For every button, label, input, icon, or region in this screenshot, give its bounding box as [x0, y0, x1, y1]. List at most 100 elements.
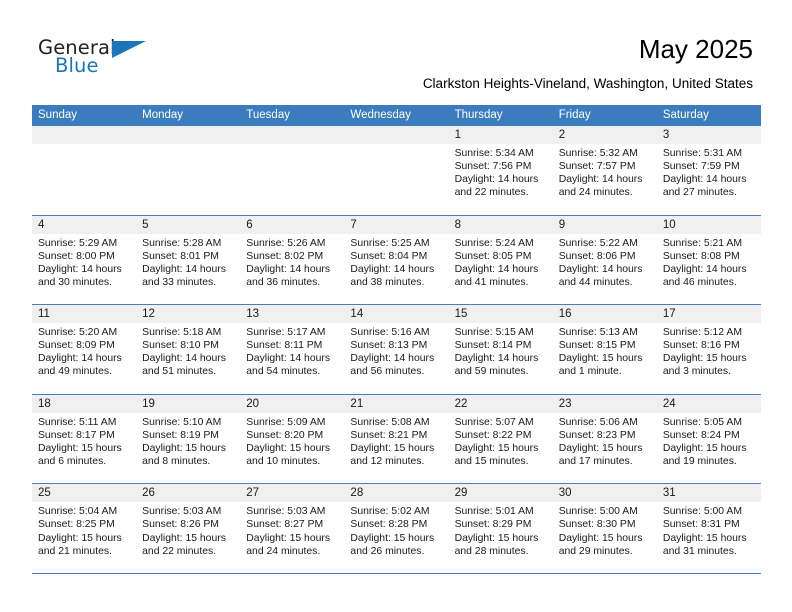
sunset-time: Sunset: 8:14 PM	[454, 340, 532, 352]
daylight-duration-line1: Daylight: 15 hours	[558, 353, 643, 365]
calendar-day-cell[interactable]: 31 Sunrise: 5:00 AM Sunset: 8:31 PM Dayligh…	[656, 484, 761, 573]
calendar-day-cell[interactable]: 17 Sunrise: 5:12 AM Sunset: 8:16 PM Dayligh…	[656, 305, 761, 394]
calendar-day-cell[interactable]: 18 Sunrise: 5:11 AM Sunset: 8:17 PM Dayligh…	[32, 394, 137, 484]
daylight-duration-line1: Daylight: 14 hours	[38, 263, 122, 275]
daylight-duration-line2: and 31 minutes.	[662, 545, 737, 557]
daylight-duration-line2: and 8 minutes.	[142, 456, 211, 468]
sunrise-time: Sunrise: 5:16 AM	[350, 327, 430, 339]
sunrise-time: Sunrise: 5:01 AM	[454, 506, 534, 518]
daylight-duration-line1: Daylight: 15 hours	[38, 532, 122, 544]
calendar-day-cell[interactable]: 25 Sunrise: 5:04 AM Sunset: 8:25 PM Dayligh…	[32, 484, 137, 573]
calendar-day-cell[interactable]: 10 Sunrise: 5:21 AM Sunset: 8:08 PM Dayligh…	[656, 215, 761, 305]
sunset-time: Sunset: 7:56 PM	[454, 161, 532, 173]
weekday-header-tuesday: Tuesday	[246, 109, 290, 121]
day-number: 26	[142, 487, 155, 500]
daylight-duration-line1: Daylight: 15 hours	[558, 532, 643, 544]
calendar-week-row: 25 Sunrise: 5:04 AM Sunset: 8:25 PM Dayligh…	[32, 484, 761, 574]
day-number-band: 3	[656, 126, 761, 144]
sunrise-time: Sunrise: 5:00 AM	[558, 506, 638, 518]
day-sun-info: Sunrise: 5:01 AM Sunset: 8:29 PM Daylight:…	[449, 502, 553, 557]
day-number: 13	[246, 308, 260, 321]
daylight-duration-line2: and 21 minutes.	[38, 545, 112, 557]
day-number: 8	[454, 218, 461, 231]
calendar-day-cell[interactable]: 26 Sunrise: 5:03 AM Sunset: 8:26 PM Dayligh…	[136, 484, 241, 573]
day-sun-info: Sunrise: 5:00 AM Sunset: 8:31 PM Daylight:…	[657, 502, 761, 557]
calendar-day-cell[interactable]: 24 Sunrise: 5:05 AM Sunset: 8:24 PM Dayligh…	[656, 394, 761, 484]
day-sun-info: Sunrise: 5:25 AM Sunset: 8:04 PM Daylight:…	[344, 234, 448, 289]
daylight-duration-line1: Daylight: 15 hours	[454, 532, 539, 544]
calendar-day-cell[interactable]: 29 Sunrise: 5:01 AM Sunset: 8:29 PM Dayligh…	[448, 484, 553, 573]
calendar-day-cell[interactable]: 15 Sunrise: 5:15 AM Sunset: 8:14 PM Dayligh…	[448, 305, 553, 394]
calendar-day-cell[interactable]: 14 Sunrise: 5:16 AM Sunset: 8:13 PM Dayligh…	[344, 305, 449, 394]
calendar-week-row: 1 Sunrise: 5:34 AM Sunset: 7:56 PM Daylight…	[32, 126, 761, 216]
daylight-duration-line2: and 51 minutes.	[142, 366, 217, 378]
calendar-day-cell[interactable]: 5 Sunrise: 5:28 AM Sunset: 8:01 PM Daylight…	[136, 215, 241, 305]
calendar-day-cell[interactable]: 28 Sunrise: 5:02 AM Sunset: 8:28 PM Dayligh…	[344, 484, 449, 573]
sunrise-time: Sunrise: 5:32 AM	[558, 148, 638, 159]
daylight-duration-line1: Daylight: 14 hours	[246, 263, 331, 275]
day-sun-info: Sunrise: 5:17 AM Sunset: 8:11 PM Daylight:…	[240, 323, 344, 378]
weekday-header-monday: Monday	[142, 109, 184, 121]
sunset-time: Sunset: 8:17 PM	[38, 429, 115, 441]
day-number-band: 9	[552, 215, 657, 234]
daylight-duration-line1: Daylight: 14 hours	[350, 263, 435, 275]
calendar-day-cell[interactable]: 11 Sunrise: 5:20 AM Sunset: 8:09 PM Dayligh…	[32, 305, 137, 394]
calendar-day-cell[interactable]: 7 Sunrise: 5:25 AM Sunset: 8:04 PM Daylight…	[344, 215, 449, 305]
daylight-duration-line1: Daylight: 15 hours	[662, 353, 747, 365]
sunrise-time: Sunrise: 5:31 AM	[662, 148, 742, 159]
day-number-band: 5	[136, 215, 241, 234]
sunset-time: Sunset: 8:20 PM	[246, 429, 324, 441]
daylight-duration-line2: and 30 minutes.	[38, 276, 112, 288]
calendar-day-cell[interactable]: 6 Sunrise: 5:26 AM Sunset: 8:02 PM Daylight…	[240, 215, 345, 305]
daylight-duration-line2: and 27 minutes.	[662, 187, 737, 199]
calendar-day-cell[interactable]: 19 Sunrise: 5:10 AM Sunset: 8:19 PM Dayligh…	[136, 394, 241, 484]
day-sun-info: Sunrise: 5:10 AM Sunset: 8:19 PM Daylight:…	[136, 413, 240, 468]
sunset-time: Sunset: 8:10 PM	[142, 340, 219, 352]
weekday-header-friday: Friday	[558, 109, 591, 121]
day-number-band: 26	[136, 484, 241, 503]
calendar-day-cell[interactable]: 4 Sunrise: 5:29 AM Sunset: 8:00 PM Daylight…	[32, 215, 137, 305]
day-number: 28	[350, 487, 364, 500]
calendar-day-cell[interactable]: 1 Sunrise: 5:34 AM Sunset: 7:56 PM Daylight…	[448, 126, 553, 215]
sunrise-time: Sunrise: 5:21 AM	[662, 237, 742, 249]
calendar-day-cell[interactable]: 22 Sunrise: 5:07 AM Sunset: 8:22 PM Dayligh…	[448, 394, 553, 484]
daylight-duration-line1: Daylight: 14 hours	[454, 174, 539, 186]
day-number: 31	[662, 487, 676, 500]
calendar-day-cell[interactable]: 21 Sunrise: 5:08 AM Sunset: 8:21 PM Dayligh…	[344, 394, 449, 484]
day-sun-info: Sunrise: 5:20 AM Sunset: 8:09 PM Daylight:…	[32, 323, 136, 378]
day-sun-info: Sunrise: 5:03 AM Sunset: 8:26 PM Daylight:…	[136, 502, 240, 557]
daylight-duration-line2: and 24 minutes.	[246, 545, 321, 557]
daylight-duration-line1: Daylight: 15 hours	[662, 532, 747, 544]
day-sun-info: Sunrise: 5:06 AM Sunset: 8:23 PM Daylight:…	[553, 413, 657, 468]
day-sun-info: Sunrise: 5:32 AM Sunset: 7:57 PM Daylight:…	[553, 144, 657, 199]
calendar-day-cell[interactable]: 8 Sunrise: 5:24 AM Sunset: 8:05 PM Daylight…	[448, 215, 553, 305]
day-number: 27	[246, 487, 260, 500]
sunrise-time: Sunrise: 5:22 AM	[558, 237, 638, 249]
sunrise-time: Sunrise: 5:25 AM	[350, 237, 430, 249]
calendar-day-cell[interactable]: 16 Sunrise: 5:13 AM Sunset: 8:15 PM Dayligh…	[552, 305, 657, 394]
day-number-band: 19	[136, 394, 241, 413]
calendar-day-cell[interactable]: 23 Sunrise: 5:06 AM Sunset: 8:23 PM Dayligh…	[552, 394, 657, 484]
day-number-band: 16	[552, 305, 657, 324]
sunrise-time: Sunrise: 5:12 AM	[662, 327, 742, 339]
calendar-week-row: 11 Sunrise: 5:20 AM Sunset: 8:09 PM Dayligh…	[32, 305, 761, 395]
day-number: 22	[454, 397, 468, 410]
daylight-duration-line1: Daylight: 15 hours	[350, 532, 435, 544]
calendar-day-cell[interactable]: 2 Sunrise: 5:32 AM Sunset: 7:57 PM Daylight…	[552, 126, 657, 215]
sunset-time: Sunset: 8:04 PM	[350, 250, 428, 262]
calendar-week-row: 18 Sunrise: 5:11 AM Sunset: 8:17 PM Dayligh…	[32, 394, 761, 485]
day-number: 11	[38, 308, 50, 321]
day-number: 30	[558, 487, 572, 500]
sunrise-time: Sunrise: 5:02 AM	[350, 506, 430, 518]
calendar-day-cell[interactable]: 30 Sunrise: 5:00 AM Sunset: 8:30 PM Dayligh…	[552, 484, 657, 573]
calendar-day-cell[interactable]: 13 Sunrise: 5:17 AM Sunset: 8:11 PM Dayligh…	[240, 305, 345, 394]
calendar-day-cell[interactable]: 12 Sunrise: 5:18 AM Sunset: 8:10 PM Dayligh…	[136, 305, 241, 394]
calendar-day-cell[interactable]: 20 Sunrise: 5:09 AM Sunset: 8:20 PM Dayligh…	[240, 394, 345, 484]
day-sun-info: Sunrise: 5:18 AM Sunset: 8:10 PM Daylight:…	[136, 323, 240, 378]
calendar-day-cell[interactable]: 3 Sunrise: 5:31 AM Sunset: 7:59 PM Daylight…	[656, 126, 761, 215]
calendar-day-cell[interactable]: 27 Sunrise: 5:03 AM Sunset: 8:27 PM Dayligh…	[240, 484, 345, 573]
day-number: 1	[454, 129, 461, 141]
weekday-header-wednesday: Wednesday	[350, 109, 411, 121]
calendar-day-cell[interactable]: 9 Sunrise: 5:22 AM Sunset: 8:06 PM Daylight…	[552, 215, 657, 305]
day-number: 3	[662, 129, 670, 141]
